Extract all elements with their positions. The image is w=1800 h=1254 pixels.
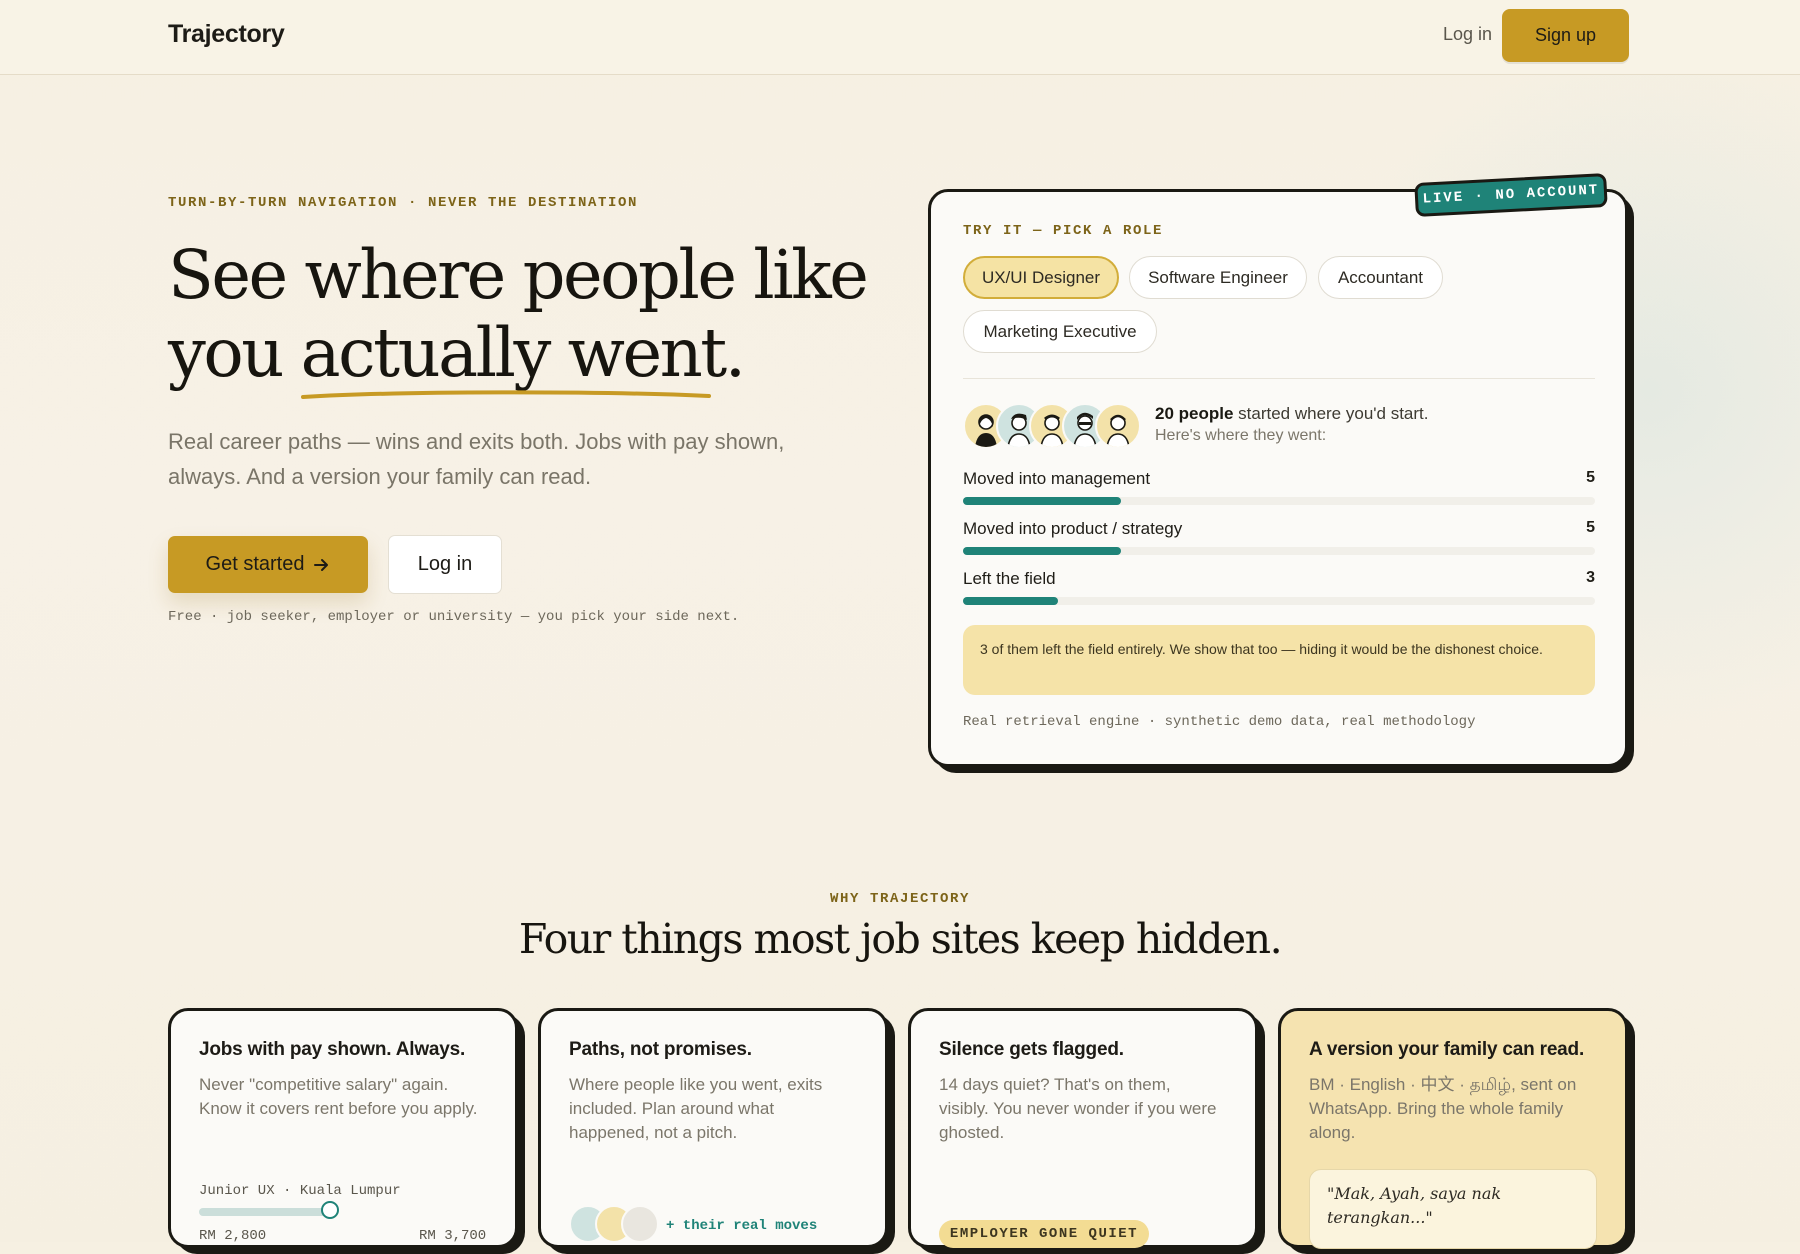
- demo-footnote: Real retrieval engine · synthetic demo d…: [963, 714, 1476, 730]
- feature-card-body: BM · English · 中文 · தமிழ், sent on Whats…: [1309, 1075, 1577, 1142]
- salary-range-track: [199, 1208, 329, 1216]
- hero-title-line1: See where people like: [168, 236, 869, 314]
- hero-title-prefix: you: [168, 314, 301, 392]
- hero-subtitle: Real career paths — wins and exits both.…: [168, 429, 785, 489]
- feature-card-title: Silence gets flagged.: [939, 1039, 1124, 1060]
- role-pill-marketing-executive[interactable]: Marketing Executive: [963, 310, 1157, 353]
- demo-eyebrow: TRY IT — PICK A ROLE: [963, 223, 1164, 239]
- feature-card-title: A version your family can read.: [1309, 1039, 1585, 1060]
- people-count: 20 people: [1155, 404, 1234, 423]
- stat-value-management: 5: [1586, 469, 1595, 486]
- people-text: started where you'd start.: [1233, 404, 1429, 423]
- people-count-line: 20 people started where you'd start.: [1155, 404, 1428, 424]
- header-login-link[interactable]: Log in: [1443, 24, 1492, 45]
- feature-card-body: 14 days quiet? That's on them, visibly. …: [939, 1075, 1217, 1142]
- real-moves-label: + their real moves: [666, 1218, 818, 1234]
- mini-avatar-stack: [569, 1205, 659, 1245]
- feature-card-body: Where people like you went, exits includ…: [569, 1075, 823, 1142]
- get-started-label: Get started: [205, 553, 305, 575]
- why-title: Four things most job sites keep hidden.: [518, 915, 1283, 963]
- feature-card-silence: Silence gets flagged. 14 days quiet? Tha…: [908, 1008, 1258, 1248]
- salary-range-thumb[interactable]: [321, 1201, 339, 1219]
- hero-note: Free · job seeker, employer or universit…: [168, 609, 740, 625]
- hero-title-line2: you actually went.: [168, 314, 868, 399]
- stat-bar-product: [963, 547, 1595, 555]
- feature-card-pay: Jobs with pay shown. Always. Never "comp…: [168, 1008, 518, 1248]
- feature-card-title: Paths, not promises.: [569, 1039, 752, 1060]
- honesty-callout: 3 of them left the field entirely. We sh…: [963, 625, 1595, 695]
- hero-title-underlined-text: actually went.: [300, 314, 746, 392]
- stat-value-product: 5: [1586, 519, 1595, 536]
- avatar: [621, 1205, 659, 1243]
- feature-card-title: Jobs with pay shown. Always.: [199, 1039, 466, 1060]
- stat-bar-left-field: [963, 597, 1595, 605]
- avatar: [1095, 403, 1141, 449]
- salary-meta: Junior UX · Kuala Lumpur: [199, 1183, 401, 1199]
- employer-quiet-badge: EMPLOYER GONE QUIET: [939, 1220, 1149, 1248]
- role-pill-ux-ui-designer[interactable]: UX/UI Designer: [963, 256, 1119, 299]
- stat-bar-management: [963, 497, 1595, 505]
- feature-card-family: A version your family can read. BM · Eng…: [1278, 1008, 1628, 1249]
- header-signup-button[interactable]: Sign up: [1502, 9, 1629, 62]
- role-pill-accountant[interactable]: Accountant: [1318, 256, 1443, 299]
- hero-eyebrow: TURN-BY-TURN NAVIGATION · NEVER THE DEST…: [168, 195, 639, 211]
- stat-label-left-field: Left the field: [963, 569, 1056, 588]
- stat-fill-left-field: [963, 597, 1058, 605]
- get-started-button[interactable]: Get started: [168, 536, 368, 593]
- brand-logo[interactable]: Trajectory: [168, 20, 285, 49]
- demo-divider: [963, 378, 1595, 379]
- feature-card-paths: Paths, not promises. Where people like y…: [538, 1008, 888, 1248]
- hero-login-button[interactable]: Log in: [388, 535, 502, 594]
- stat-label-management: Moved into management: [963, 469, 1151, 488]
- why-eyebrow: WHY TRAJECTORY: [829, 891, 971, 907]
- role-pill-software-engineer[interactable]: Software Engineer: [1129, 256, 1307, 299]
- hero-title: See where people like you actually went.: [168, 236, 869, 399]
- hero-title-underlined: actually went.: [300, 314, 746, 399]
- avatar-stack: [963, 403, 1143, 449]
- site-header: Trajectory Log in Sign up: [0, 0, 1800, 75]
- stat-fill-product: [963, 547, 1121, 555]
- people-subline: Here's where they went:: [1155, 427, 1327, 444]
- family-quote: "Mak, Ayah, saya nak terangkan...": [1309, 1169, 1597, 1249]
- stat-label-product: Moved into product / strategy: [963, 519, 1183, 538]
- underline-squiggle-icon: [300, 390, 711, 399]
- stat-value-left-field: 3: [1586, 569, 1595, 586]
- stat-fill-management: [963, 497, 1121, 505]
- feature-card-body: Never "competitive salary" again. Know i…: [199, 1075, 478, 1118]
- arrow-right-icon: [314, 558, 329, 571]
